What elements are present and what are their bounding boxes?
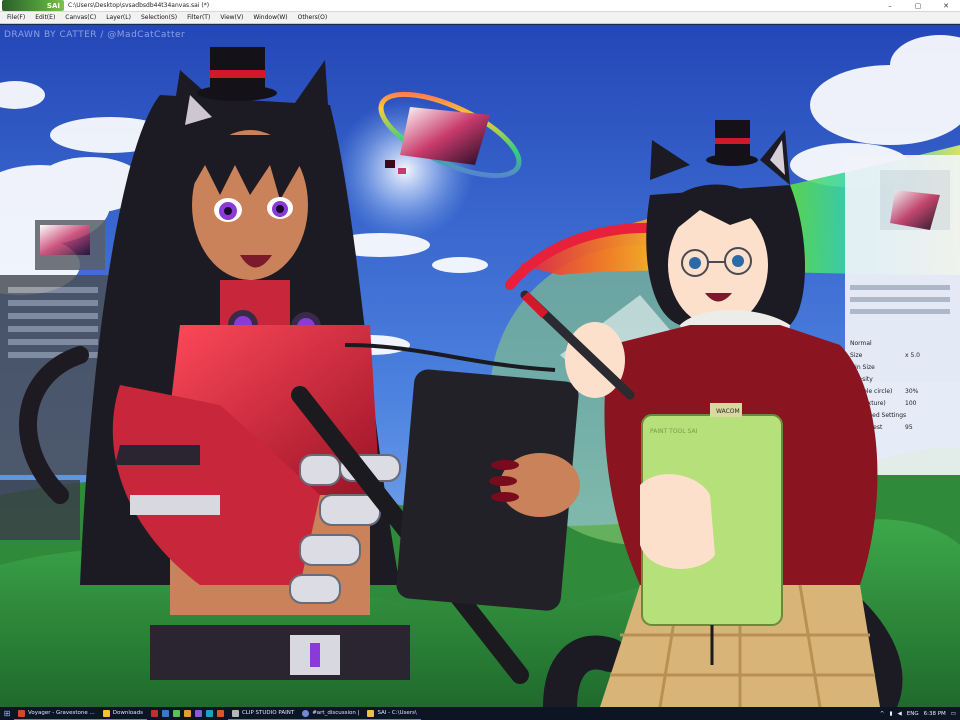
- app-icon: [18, 709, 25, 717]
- menu-filter[interactable]: Filter(T): [182, 14, 215, 21]
- taskbar-app-2[interactable]: CLIP STUDIO PAINT: [227, 707, 299, 720]
- taskbar-app-label: SAI - C:\Users\: [377, 710, 417, 716]
- pinned-icon[interactable]: [216, 710, 224, 717]
- pinned-icon[interactable]: [150, 710, 158, 717]
- panel-item-0: Normal: [850, 340, 872, 347]
- panel-item-1: Size: [850, 352, 863, 359]
- window-controls: – ▢ ✕: [876, 0, 960, 12]
- menu-others[interactable]: Others(O): [293, 14, 333, 21]
- taskbar-app-0[interactable]: Voyager - Gravestone ...: [14, 707, 99, 720]
- clock[interactable]: 6:38 PM: [924, 711, 946, 717]
- taskbar-app-label: Voyager - Gravestone ...: [28, 710, 95, 716]
- menu-file[interactable]: File(F): [2, 14, 30, 21]
- app-logo-text: SAI: [46, 1, 60, 10]
- close-button[interactable]: ✕: [932, 0, 960, 12]
- close-icon: ✕: [943, 1, 949, 10]
- minimize-icon: –: [888, 1, 892, 10]
- minimize-button[interactable]: –: [876, 0, 904, 12]
- taskbar-app-1[interactable]: Downloads: [98, 707, 147, 720]
- folder-icon: [102, 709, 110, 717]
- taskbar-app-label: CLIP STUDIO PAINT: [241, 710, 295, 716]
- pinned-icon[interactable]: [183, 710, 191, 717]
- start-button[interactable]: ⊞: [0, 707, 14, 720]
- panel-value-1: 30%: [905, 388, 919, 395]
- taskbar: ⊞ Voyager - Gravestone ... Downloads CLI…: [0, 707, 960, 720]
- tablet-brand-label: WACOM: [716, 408, 740, 415]
- menu-canvas[interactable]: Canvas(C): [60, 14, 101, 21]
- pinned-icon[interactable]: [205, 710, 213, 717]
- drawing-canvas[interactable]: Normal Size Min Size Density (simple cir…: [0, 25, 960, 707]
- windows-icon: ⊞: [3, 709, 11, 718]
- pinned-apps: [150, 710, 224, 717]
- maximize-button[interactable]: ▢: [904, 0, 932, 12]
- notification-icon[interactable]: ▭: [951, 711, 956, 717]
- menu-selection[interactable]: Selection(S): [136, 14, 182, 21]
- volume-icon[interactable]: ◀: [898, 711, 902, 717]
- language-indicator[interactable]: ENG: [907, 711, 919, 717]
- app-icon: [367, 709, 375, 717]
- taskbar-app-label: #art_discussion |: [312, 710, 360, 716]
- taskbar-app-4[interactable]: SAI - C:\Users\: [363, 707, 421, 720]
- network-icon[interactable]: ▮: [890, 711, 893, 717]
- panel-value-0: x 5.0: [905, 352, 920, 359]
- system-tray: ^ ▮ ◀ ENG 6:38 PM ▭: [880, 711, 960, 717]
- menu-layer[interactable]: Layer(L): [101, 14, 136, 21]
- taskbar-app-3[interactable]: #art_discussion |: [298, 707, 364, 720]
- pinned-icon[interactable]: [194, 710, 202, 717]
- tray-chevron-icon[interactable]: ^: [880, 711, 885, 717]
- window-title: C:\Users\Desktop\svsadbsdb44t34anvas.sai…: [68, 2, 210, 9]
- artist-watermark: DRAWN BY CATTER / @MadCatCatter: [4, 30, 186, 40]
- panel-value-2: 100: [905, 400, 917, 407]
- taskbar-app-label: Downloads: [112, 710, 143, 716]
- app-icon: [231, 709, 239, 717]
- pinned-icon[interactable]: [172, 710, 180, 717]
- app-logo: SAI: [2, 0, 64, 11]
- illustration: Normal Size Min Size Density (simple cir…: [0, 25, 960, 707]
- menu-bar: File(F) Edit(E) Canvas(C) Layer(L) Selec…: [0, 12, 960, 24]
- menu-window[interactable]: Window(W): [248, 14, 292, 21]
- discord-icon: [302, 709, 310, 717]
- menu-view[interactable]: View(V): [215, 14, 248, 21]
- tablet-text-label: PAINT TOOL SAI: [650, 428, 698, 435]
- title-bar: SAI C:\Users\Desktop\svsadbsdb44t34anvas…: [0, 0, 960, 12]
- panel-value-3: 95: [905, 424, 913, 431]
- maximize-icon: ▢: [914, 1, 922, 10]
- menu-edit[interactable]: Edit(E): [30, 14, 60, 21]
- pinned-icon[interactable]: [161, 710, 169, 717]
